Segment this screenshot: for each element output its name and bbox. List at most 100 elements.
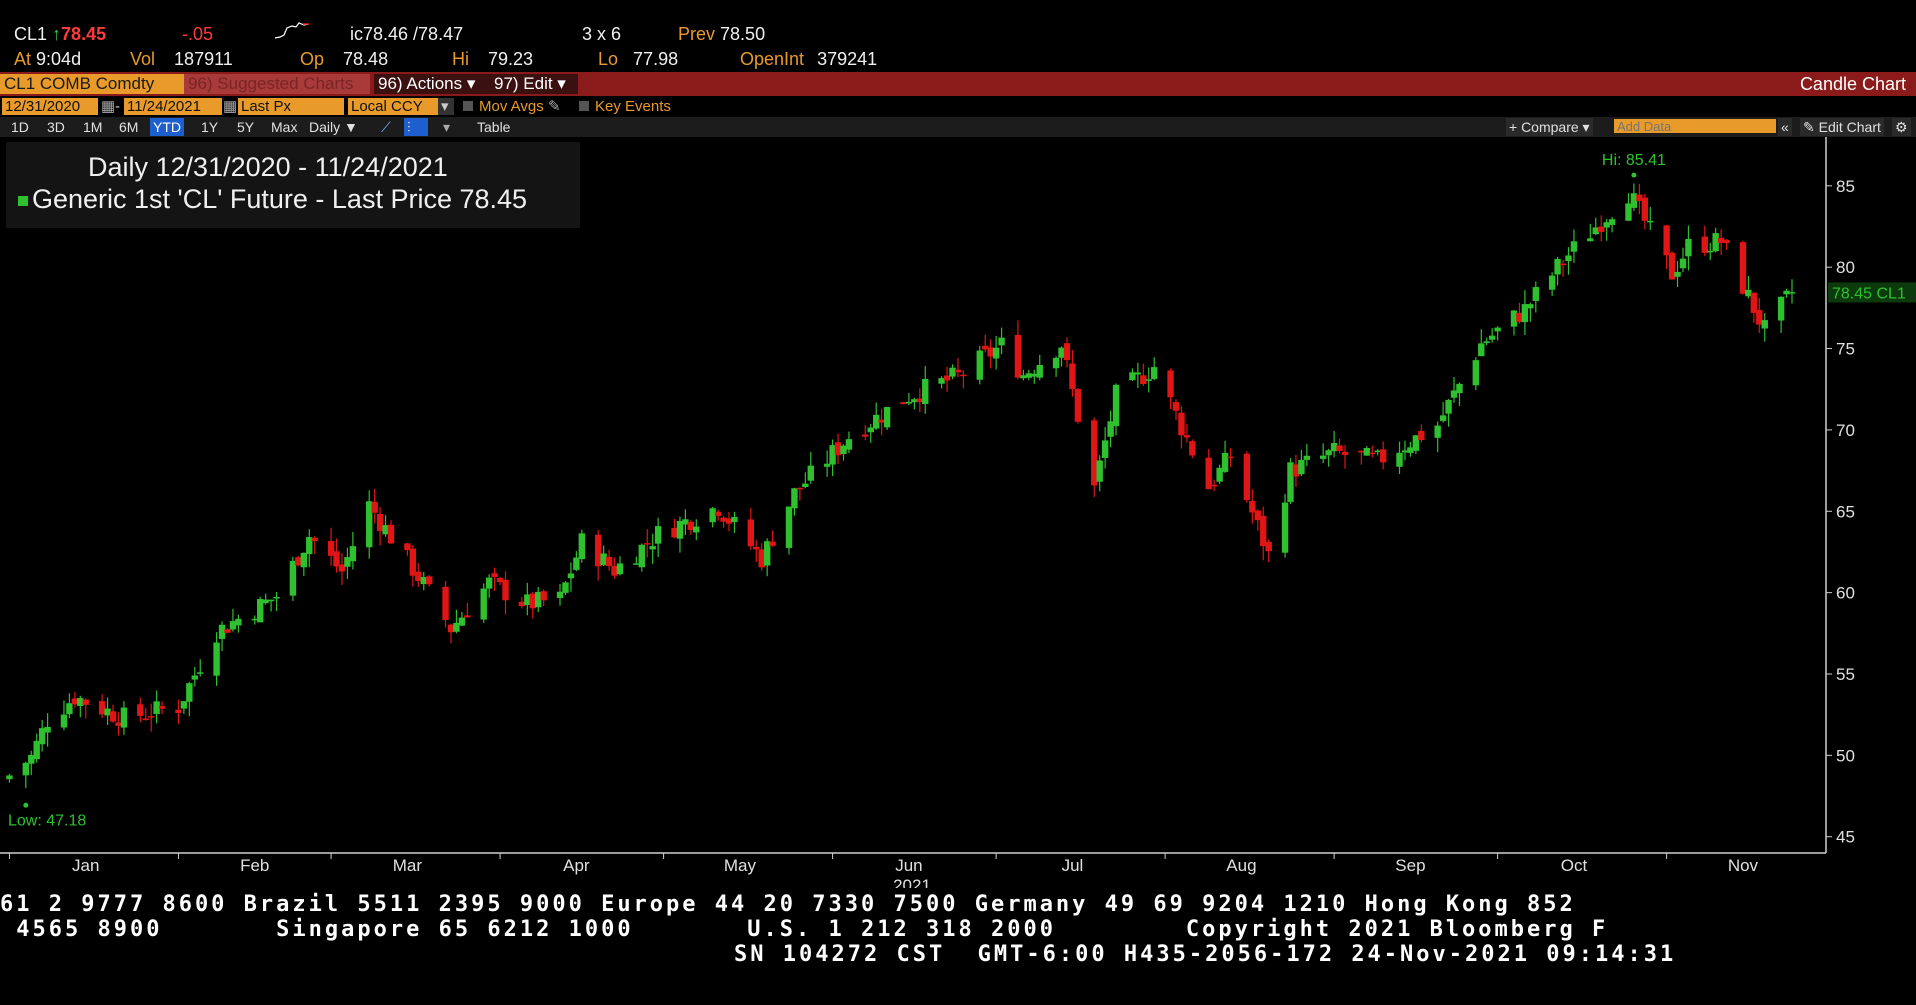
candle-body bbox=[1249, 500, 1256, 513]
last-price-tag-label: 78.45 CL1 bbox=[1832, 285, 1906, 302]
collapse-icon[interactable]: « bbox=[1778, 118, 1792, 136]
candle-body bbox=[371, 501, 378, 513]
candle-body bbox=[273, 596, 280, 599]
period-button-max[interactable]: Max bbox=[268, 118, 300, 136]
suggested-charts-button[interactable]: 96) Suggested Charts bbox=[184, 74, 370, 94]
candle-body bbox=[524, 594, 531, 605]
edit-chart-button[interactable]: ✎ Edit Chart bbox=[1800, 118, 1884, 136]
lo-label: Lo bbox=[598, 49, 619, 69]
candle-body bbox=[616, 563, 624, 575]
mov-avgs-toggle[interactable]: Mov Avgs ✎ bbox=[460, 98, 564, 115]
candle-body bbox=[1025, 373, 1033, 378]
add-data-input[interactable] bbox=[1614, 119, 1776, 133]
candle-body bbox=[1260, 515, 1267, 547]
candle-chart[interactable]: 45 50 55 60 65 70 75 80 85 Jan Feb Mar Apr May Jun Jul A… bbox=[0, 137, 1916, 888]
candle-body bbox=[1401, 450, 1409, 453]
candle-body bbox=[954, 369, 962, 373]
candle-body bbox=[153, 701, 160, 714]
currency-dropdown-icon[interactable]: ▾ bbox=[438, 98, 454, 115]
candle-body bbox=[938, 378, 945, 384]
candle-body bbox=[578, 533, 586, 560]
bid-ask: ic78.46 /78.47 bbox=[350, 24, 464, 44]
currency-select[interactable]: Local CCY bbox=[348, 98, 440, 115]
security-field[interactable]: CL1 COMB Comdty bbox=[0, 74, 184, 94]
start-date-field[interactable]: 12/31/2020 bbox=[2, 98, 98, 115]
candle-body bbox=[573, 557, 580, 570]
candle-body bbox=[464, 615, 471, 618]
period-button-1m[interactable]: 1M bbox=[80, 118, 105, 136]
candle-body bbox=[1532, 287, 1539, 301]
candle-body bbox=[104, 708, 111, 716]
price-field-select[interactable]: Last Px bbox=[238, 98, 344, 115]
candle-body bbox=[535, 591, 542, 608]
period-button-6m[interactable]: 6M bbox=[116, 118, 141, 136]
period-button-1y[interactable]: 1Y bbox=[198, 118, 221, 136]
candle-body bbox=[878, 419, 885, 423]
candle-body bbox=[1434, 425, 1441, 438]
quote-row-1: CL1 ↑78.45 bbox=[14, 24, 106, 45]
candle-body bbox=[109, 711, 117, 722]
x-tick-label: May bbox=[724, 856, 757, 875]
series-swatch-icon bbox=[18, 195, 28, 206]
candle-body bbox=[376, 513, 384, 531]
key-events-toggle[interactable]: Key Events bbox=[576, 98, 674, 115]
y-tick-label: 60 bbox=[1836, 584, 1855, 603]
compare-button[interactable]: + Compare ▾ bbox=[1506, 118, 1593, 136]
candle-body bbox=[22, 762, 30, 776]
candle-body bbox=[295, 557, 302, 566]
candle-body bbox=[235, 618, 242, 626]
candle-body bbox=[327, 541, 335, 556]
settings-gear-icon[interactable]: ⚙ bbox=[1892, 118, 1911, 136]
open-price: Op 78.48 bbox=[300, 49, 388, 70]
op-value: 78.48 bbox=[343, 49, 389, 69]
candle-body bbox=[916, 398, 924, 403]
candle-body bbox=[425, 576, 433, 585]
candle-body bbox=[142, 718, 149, 720]
period-button-ytd[interactable]: YTD bbox=[150, 118, 184, 136]
table-button[interactable]: Table bbox=[474, 118, 513, 136]
x-tick-label: Jun bbox=[895, 856, 922, 875]
y-tick-label: 75 bbox=[1836, 340, 1855, 359]
actions-menu[interactable]: 96) Actions ▾ bbox=[374, 74, 490, 94]
candle-body bbox=[1598, 226, 1605, 233]
candle-body bbox=[600, 553, 607, 566]
candle-body bbox=[366, 501, 373, 548]
legend-series-label: Generic 1st 'CL' Future - Last Price 78.… bbox=[32, 184, 528, 214]
low-price: Lo 77.98 bbox=[598, 49, 678, 70]
ticker-line-3: SN 104272 CST GMT-6:00 H435-2056-172 24-… bbox=[734, 942, 1677, 967]
candle-body bbox=[197, 672, 204, 674]
x-tick-label: Mar bbox=[393, 856, 423, 875]
lo-value: 77.98 bbox=[633, 49, 679, 69]
candle-body bbox=[976, 350, 983, 380]
candle-body bbox=[44, 726, 51, 733]
period-button-1d[interactable]: 1D bbox=[8, 118, 32, 136]
y-tick-label: 65 bbox=[1836, 502, 1855, 521]
candle-body bbox=[1292, 464, 1300, 477]
candle-body bbox=[1548, 275, 1556, 290]
candle-body bbox=[333, 551, 340, 567]
end-date-field[interactable]: 11/24/2021 bbox=[124, 98, 222, 115]
candle-body bbox=[1145, 379, 1152, 381]
candle-body bbox=[1783, 290, 1790, 295]
candle-body bbox=[785, 506, 793, 548]
candle-body bbox=[147, 716, 155, 718]
calendar-icon[interactable]: ▦ bbox=[220, 98, 237, 115]
candle-body bbox=[1227, 456, 1234, 459]
candle-body bbox=[82, 699, 89, 705]
edit-menu[interactable]: 97) Edit ▾ bbox=[490, 74, 578, 94]
candle-body bbox=[1216, 467, 1223, 482]
candle-body bbox=[1445, 399, 1452, 414]
candle-body bbox=[709, 508, 716, 523]
line-chart-icon[interactable]: ⟋ bbox=[378, 118, 404, 136]
period-button-5y[interactable]: 5Y bbox=[234, 118, 257, 136]
candle-chart-icon[interactable]: ⫶ bbox=[404, 118, 428, 136]
candle-body bbox=[262, 599, 269, 604]
chart-options-dropdown-icon[interactable]: ▾ bbox=[440, 118, 453, 136]
candle-body bbox=[900, 402, 907, 405]
candle-body bbox=[1107, 421, 1114, 437]
op-label: Op bbox=[300, 49, 325, 69]
period-button-3d[interactable]: 3D bbox=[44, 118, 68, 136]
candle-body bbox=[840, 445, 847, 455]
candle-body bbox=[1287, 462, 1294, 502]
frequency-select[interactable]: Daily ▼ bbox=[306, 118, 361, 136]
